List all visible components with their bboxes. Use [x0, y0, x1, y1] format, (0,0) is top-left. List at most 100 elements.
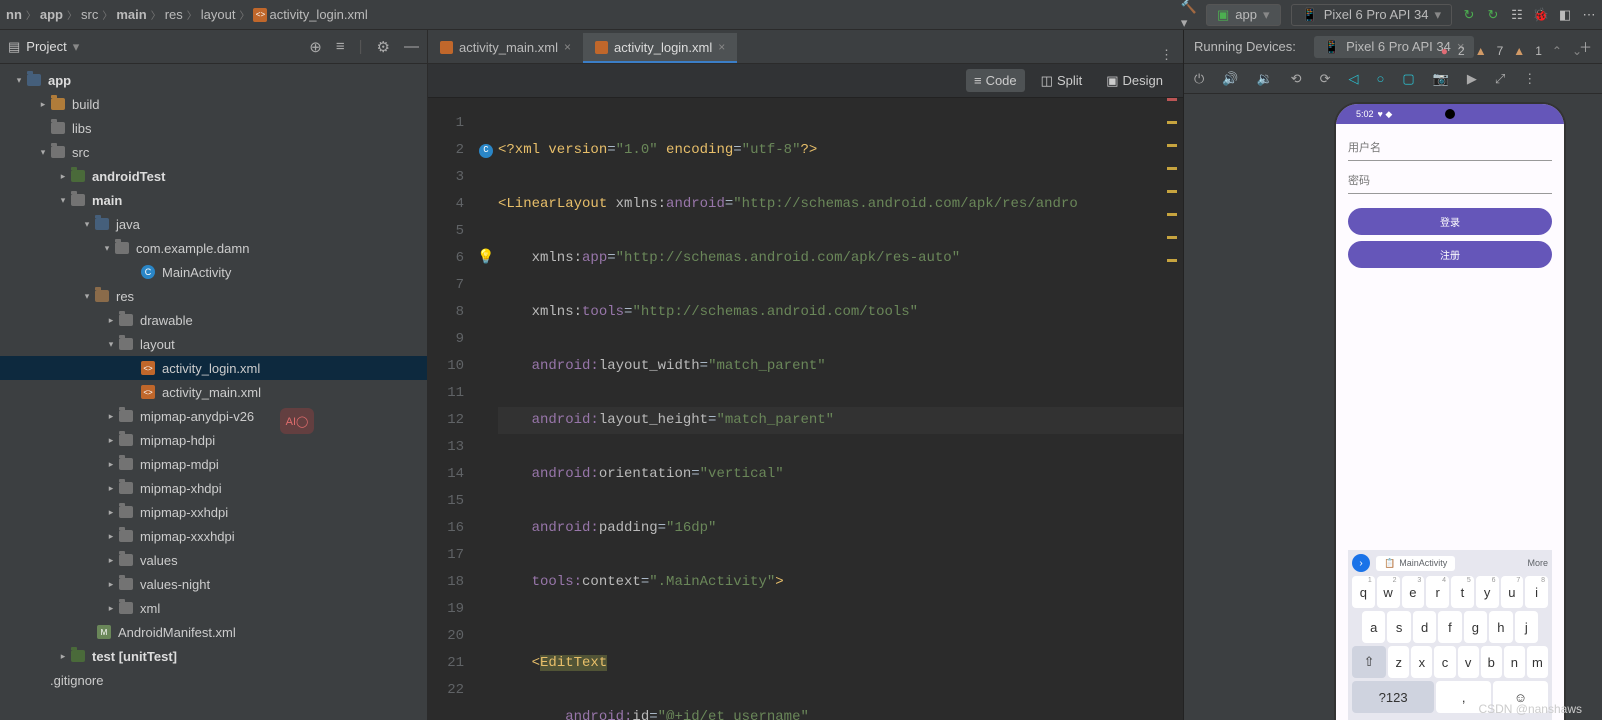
problems-indicator[interactable]: ●2 ▲7 ▲1 ⌃ ⌄ — [1441, 44, 1582, 58]
key-a[interactable]: a — [1362, 611, 1385, 643]
tree-row-gitignore[interactable]: .gitignore — [0, 668, 427, 692]
nav-down-icon[interactable]: ⌄ — [1572, 44, 1582, 58]
error-stripe[interactable] — [1167, 98, 1177, 282]
close-icon[interactable]: × — [718, 40, 725, 54]
tree-row-app[interactable]: ▾app — [0, 68, 427, 92]
home-icon[interactable]: ○ — [1376, 71, 1384, 86]
login-button[interactable]: 登录 — [1348, 208, 1552, 235]
key-c[interactable]: c — [1434, 646, 1455, 678]
key-i[interactable]: i8 — [1525, 576, 1548, 608]
symbol-key[interactable]: ?123 — [1352, 681, 1434, 713]
tree-row-mipmap-anydpi[interactable]: ▸mipmap-anydpi-v26 — [0, 404, 427, 428]
record-icon[interactable]: ▶ — [1467, 71, 1477, 87]
device-selector[interactable]: 📱 Pixel 6 Pro API 34 ▾ — [1291, 4, 1453, 26]
tree-row-src[interactable]: ▾src — [0, 140, 427, 164]
rerun-icon[interactable]: ↻ — [1486, 8, 1500, 22]
nav-up-icon[interactable]: ⌃ — [1552, 44, 1562, 58]
tree-row-values-night[interactable]: ▸values-night — [0, 572, 427, 596]
key-j[interactable]: j — [1515, 611, 1538, 643]
volume-up-icon[interactable]: 🔊 — [1222, 71, 1238, 87]
tree-row-activity-login[interactable]: <>activity_login.xml — [0, 356, 427, 380]
hide-icon[interactable]: — — [404, 38, 419, 55]
tree-row-androidtest[interactable]: ▸androidTest — [0, 164, 427, 188]
tree-row-manifest[interactable]: MAndroidManifest.xml — [0, 620, 427, 644]
key-n[interactable]: n — [1504, 646, 1525, 678]
password-input[interactable] — [1348, 169, 1552, 194]
tree-row-layout[interactable]: ▾layout — [0, 332, 427, 356]
design-mode-button[interactable]: ▣Design — [1098, 69, 1171, 93]
crumb[interactable]: layout — [201, 7, 236, 22]
key-s[interactable]: s — [1387, 611, 1410, 643]
tree-row-libs[interactable]: libs — [0, 116, 427, 140]
power-icon[interactable]: ⏻ — [1194, 71, 1204, 87]
key-d[interactable]: d — [1413, 611, 1436, 643]
crumb[interactable]: nn — [6, 7, 22, 22]
tree-row-java[interactable]: ▾java — [0, 212, 427, 236]
overview-icon[interactable]: ▢ — [1402, 71, 1414, 87]
crumb[interactable]: activity_login.xml — [269, 7, 367, 22]
key-b[interactable]: b — [1481, 646, 1502, 678]
rotate-left-icon[interactable]: ⟲ — [1291, 71, 1302, 87]
tree-row-res[interactable]: ▾res — [0, 284, 427, 308]
key-m[interactable]: m — [1527, 646, 1548, 678]
tabs-overflow-icon[interactable]: ⋮ — [1150, 47, 1183, 63]
tree-row-drawable[interactable]: ▸drawable — [0, 308, 427, 332]
suggestion-pill[interactable]: 📋 MainActivity — [1376, 556, 1455, 571]
project-title[interactable]: Project — [26, 39, 66, 54]
tree-row-activity-main[interactable]: <>activity_main.xml — [0, 380, 427, 404]
close-icon[interactable]: × — [564, 40, 571, 54]
emulator-view[interactable]: 5:02 ♥ ◆ 登录 注册 › 📋 MainActivity More q1w… — [1334, 102, 1566, 720]
soft-keyboard[interactable]: › 📋 MainActivity More q1w2e3r4t5y6u7i8 a… — [1348, 550, 1552, 720]
code-body[interactable]: 12345678910111213141516171819202122 C 💡 … — [428, 98, 1183, 720]
key-t[interactable]: t5 — [1451, 576, 1474, 608]
back-icon[interactable]: ◁ — [1348, 71, 1358, 87]
tree-row-mipmap-xxxhdpi[interactable]: ▸mipmap-xxxhdpi — [0, 524, 427, 548]
key-r[interactable]: r4 — [1426, 576, 1449, 608]
key-z[interactable]: z — [1388, 646, 1409, 678]
collapse-icon[interactable]: ≡ — [336, 38, 345, 55]
key-x[interactable]: x — [1411, 646, 1432, 678]
more-icon[interactable]: ⋯ — [1582, 8, 1596, 22]
key-u[interactable]: u7 — [1501, 576, 1524, 608]
tree-row-main[interactable]: ▾main — [0, 188, 427, 212]
key-g[interactable]: g — [1464, 611, 1487, 643]
more-icon[interactable]: ⋮ — [1523, 71, 1536, 87]
file-tab-activity-main[interactable]: activity_main.xml× — [428, 33, 583, 63]
target-icon[interactable]: ⊕ — [309, 38, 322, 56]
tree-row-mainactivity[interactable]: CMainActivity — [0, 260, 427, 284]
volume-down-icon[interactable]: 🔉 — [1256, 71, 1272, 87]
run-icon[interactable]: ↻ — [1462, 8, 1476, 22]
zoom-icon[interactable]: ⤢ — [1495, 71, 1505, 87]
username-input[interactable] — [1348, 136, 1552, 161]
tree-row-values[interactable]: ▸values — [0, 548, 427, 572]
phone-screen[interactable]: 登录 注册 › 📋 MainActivity More q1w2e3r4t5y6… — [1336, 124, 1564, 720]
crumb[interactable]: res — [165, 7, 183, 22]
tree-row-build[interactable]: ▸build — [0, 92, 427, 116]
crumb[interactable]: main — [116, 7, 146, 22]
rotate-right-icon[interactable]: ⟳ — [1320, 71, 1331, 87]
tree-row-xml[interactable]: ▸xml — [0, 596, 427, 620]
key-f[interactable]: f — [1438, 611, 1461, 643]
hammer-icon[interactable]: 🔨▾ — [1182, 8, 1196, 22]
file-tab-activity-login[interactable]: activity_login.xml× — [583, 33, 737, 63]
suggestion-arrow-icon[interactable]: › — [1352, 554, 1370, 572]
class-icon[interactable]: C — [479, 144, 493, 158]
crumb[interactable]: app — [40, 7, 63, 22]
key-q[interactable]: q1 — [1352, 576, 1375, 608]
tree-row-test[interactable]: ▸test [unitTest] — [0, 644, 427, 668]
gear-icon[interactable]: ⚙ — [377, 38, 390, 56]
tree-row-mipmap-hdpi[interactable]: ▸mipmap-hdpi — [0, 428, 427, 452]
split-mode-button[interactable]: ◫Split — [1033, 69, 1091, 93]
register-button[interactable]: 注册 — [1348, 241, 1552, 268]
key-v[interactable]: v — [1458, 646, 1479, 678]
key-w[interactable]: w2 — [1377, 576, 1400, 608]
lightbulb-icon[interactable]: 💡 — [477, 245, 494, 272]
attach-debugger-icon[interactable]: ☷ — [1510, 8, 1524, 22]
key-e[interactable]: e3 — [1402, 576, 1425, 608]
tree-row-mipmap-xxhdpi[interactable]: ▸mipmap-xxhdpi — [0, 500, 427, 524]
tree-row-package[interactable]: ▾com.example.damn — [0, 236, 427, 260]
screenshot-icon[interactable]: 📷 — [1433, 71, 1449, 87]
crumb[interactable]: src — [81, 7, 98, 22]
tree-row-mipmap-mdpi[interactable]: ▸mipmap-mdpi — [0, 452, 427, 476]
key-h[interactable]: h — [1489, 611, 1512, 643]
